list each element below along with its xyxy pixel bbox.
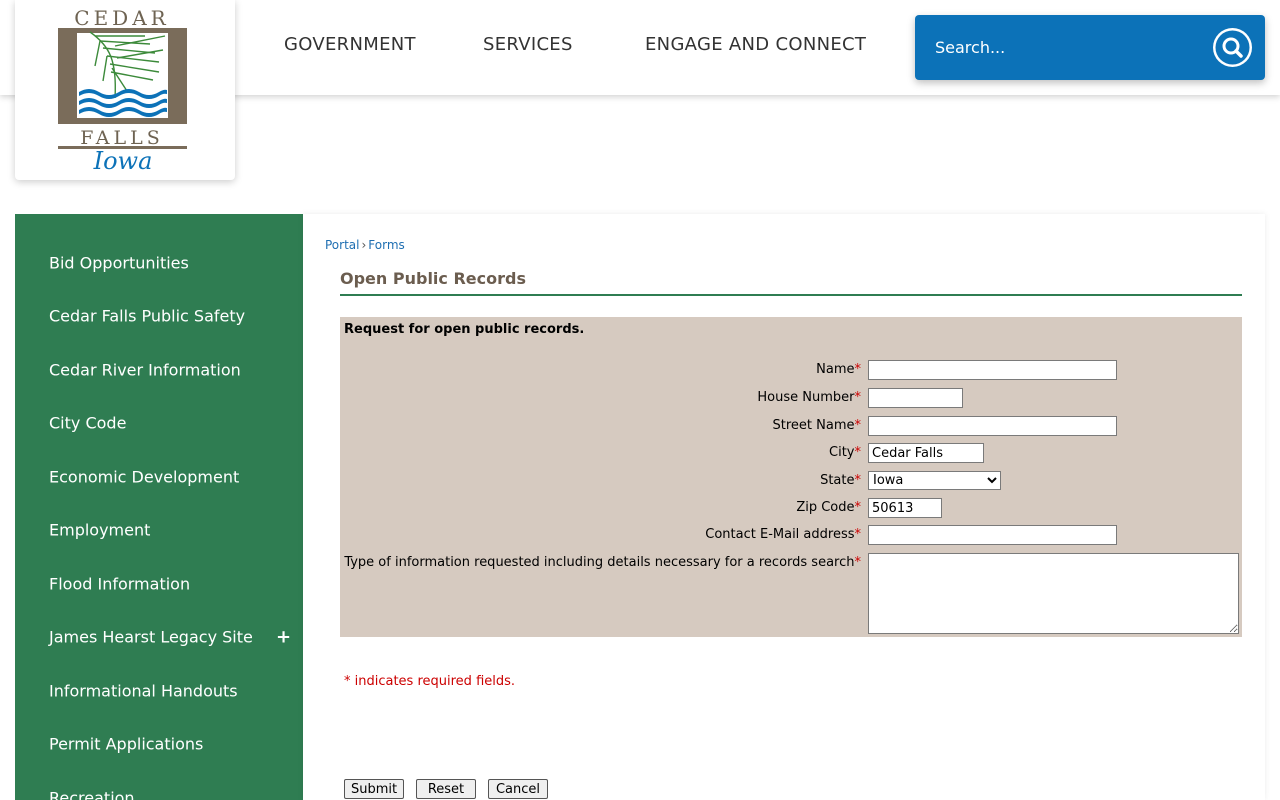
sidebar-nav: Bid Opportunities Cedar Falls Public Saf… bbox=[15, 214, 303, 800]
sidebar-item-label: Recreation bbox=[49, 788, 135, 800]
details-label: Type of information requested including … bbox=[344, 555, 861, 570]
sidebar-item-label: Cedar River Information bbox=[49, 360, 241, 380]
street-name-field[interactable] bbox=[868, 416, 1117, 436]
sidebar-item-james-hearst[interactable]: James Hearst Legacy Site + bbox=[15, 597, 303, 650]
form-heading: Request for open public records. bbox=[344, 322, 585, 337]
house-number-field[interactable] bbox=[868, 388, 963, 408]
zip-code-field[interactable] bbox=[868, 498, 942, 518]
nav-services[interactable]: SERVICES bbox=[483, 34, 573, 55]
records-request-form: Request for open public records. Name* H… bbox=[340, 317, 1242, 637]
cancel-button[interactable]: Cancel bbox=[488, 779, 548, 799]
email-field[interactable] bbox=[868, 525, 1117, 545]
sidebar-item-label: James Hearst Legacy Site bbox=[49, 627, 253, 647]
search-input[interactable] bbox=[925, 31, 1195, 63]
breadcrumb-forms-link[interactable]: Forms bbox=[368, 238, 404, 252]
reset-button[interactable]: Reset bbox=[416, 779, 476, 799]
city-label: City* bbox=[829, 445, 861, 460]
city-logo[interactable]: CEDAR FALLS Iowa bbox=[15, 0, 235, 180]
sidebar-item-bid-opportunities[interactable]: Bid Opportunities bbox=[15, 223, 303, 276]
name-field[interactable] bbox=[868, 360, 1117, 380]
breadcrumb: Portal › Forms bbox=[325, 238, 405, 252]
search-icon bbox=[1215, 30, 1250, 65]
state-label: State* bbox=[820, 473, 861, 488]
search-bar bbox=[915, 15, 1265, 80]
main-content: Portal › Forms Open Public Records Request… bbox=[303, 214, 1265, 800]
house-number-label: House Number* bbox=[757, 390, 861, 405]
street-name-label: Street Name* bbox=[772, 418, 862, 433]
sidebar-item-economic-development[interactable]: Economic Development bbox=[15, 437, 303, 490]
sidebar-item-label: Flood Information bbox=[49, 574, 191, 594]
search-button[interactable] bbox=[1213, 28, 1252, 67]
breadcrumb-separator: › bbox=[361, 238, 367, 252]
state-select[interactable]: Iowa bbox=[868, 471, 1001, 490]
sidebar-item-city-code[interactable]: City Code bbox=[15, 383, 303, 436]
sidebar-item-permit-applications[interactable]: Permit Applications bbox=[15, 704, 303, 757]
logo-script-text: Iowa bbox=[93, 147, 153, 175]
expand-plus-icon[interactable]: + bbox=[276, 627, 291, 648]
sidebar-item-label: Informational Handouts bbox=[49, 681, 238, 701]
sidebar-item-flood-information[interactable]: Flood Information bbox=[15, 544, 303, 597]
nav-government[interactable]: GOVERNMENT bbox=[284, 34, 416, 55]
sidebar-item-recreation[interactable]: Recreation bbox=[15, 758, 303, 800]
sidebar-item-public-safety[interactable]: Cedar Falls Public Safety bbox=[15, 276, 303, 329]
sidebar-item-label: Economic Development bbox=[49, 467, 240, 487]
required-fields-note: * indicates required fields. bbox=[344, 674, 516, 689]
logo-middle-text: FALLS bbox=[80, 127, 164, 149]
sidebar-item-label: Employment bbox=[49, 520, 151, 540]
email-label: Contact E-Mail address* bbox=[705, 527, 861, 542]
sidebar-item-label: City Code bbox=[49, 413, 127, 433]
sidebar-item-label: Bid Opportunities bbox=[49, 253, 189, 273]
logo-top-text: CEDAR bbox=[74, 6, 169, 30]
submit-button[interactable]: Submit bbox=[344, 779, 404, 799]
cedar-falls-logo-icon: CEDAR FALLS Iowa bbox=[58, 6, 187, 175]
sidebar-item-label: Cedar Falls Public Safety bbox=[49, 306, 246, 326]
sidebar-item-cedar-river[interactable]: Cedar River Information bbox=[15, 330, 303, 383]
breadcrumb-portal-link[interactable]: Portal bbox=[325, 238, 359, 252]
sidebar-item-label: Permit Applications bbox=[49, 734, 204, 754]
sidebar-item-employment[interactable]: Employment bbox=[15, 490, 303, 543]
city-field[interactable] bbox=[868, 443, 984, 463]
sidebar-item-informational-handouts[interactable]: Informational Handouts bbox=[15, 651, 303, 704]
zip-code-label: Zip Code* bbox=[796, 500, 861, 515]
nav-engage-and-connect[interactable]: ENGAGE AND CONNECT bbox=[645, 34, 866, 55]
page-title: Open Public Records bbox=[340, 269, 1242, 296]
details-textarea[interactable] bbox=[868, 553, 1239, 634]
name-label: Name* bbox=[816, 362, 861, 377]
